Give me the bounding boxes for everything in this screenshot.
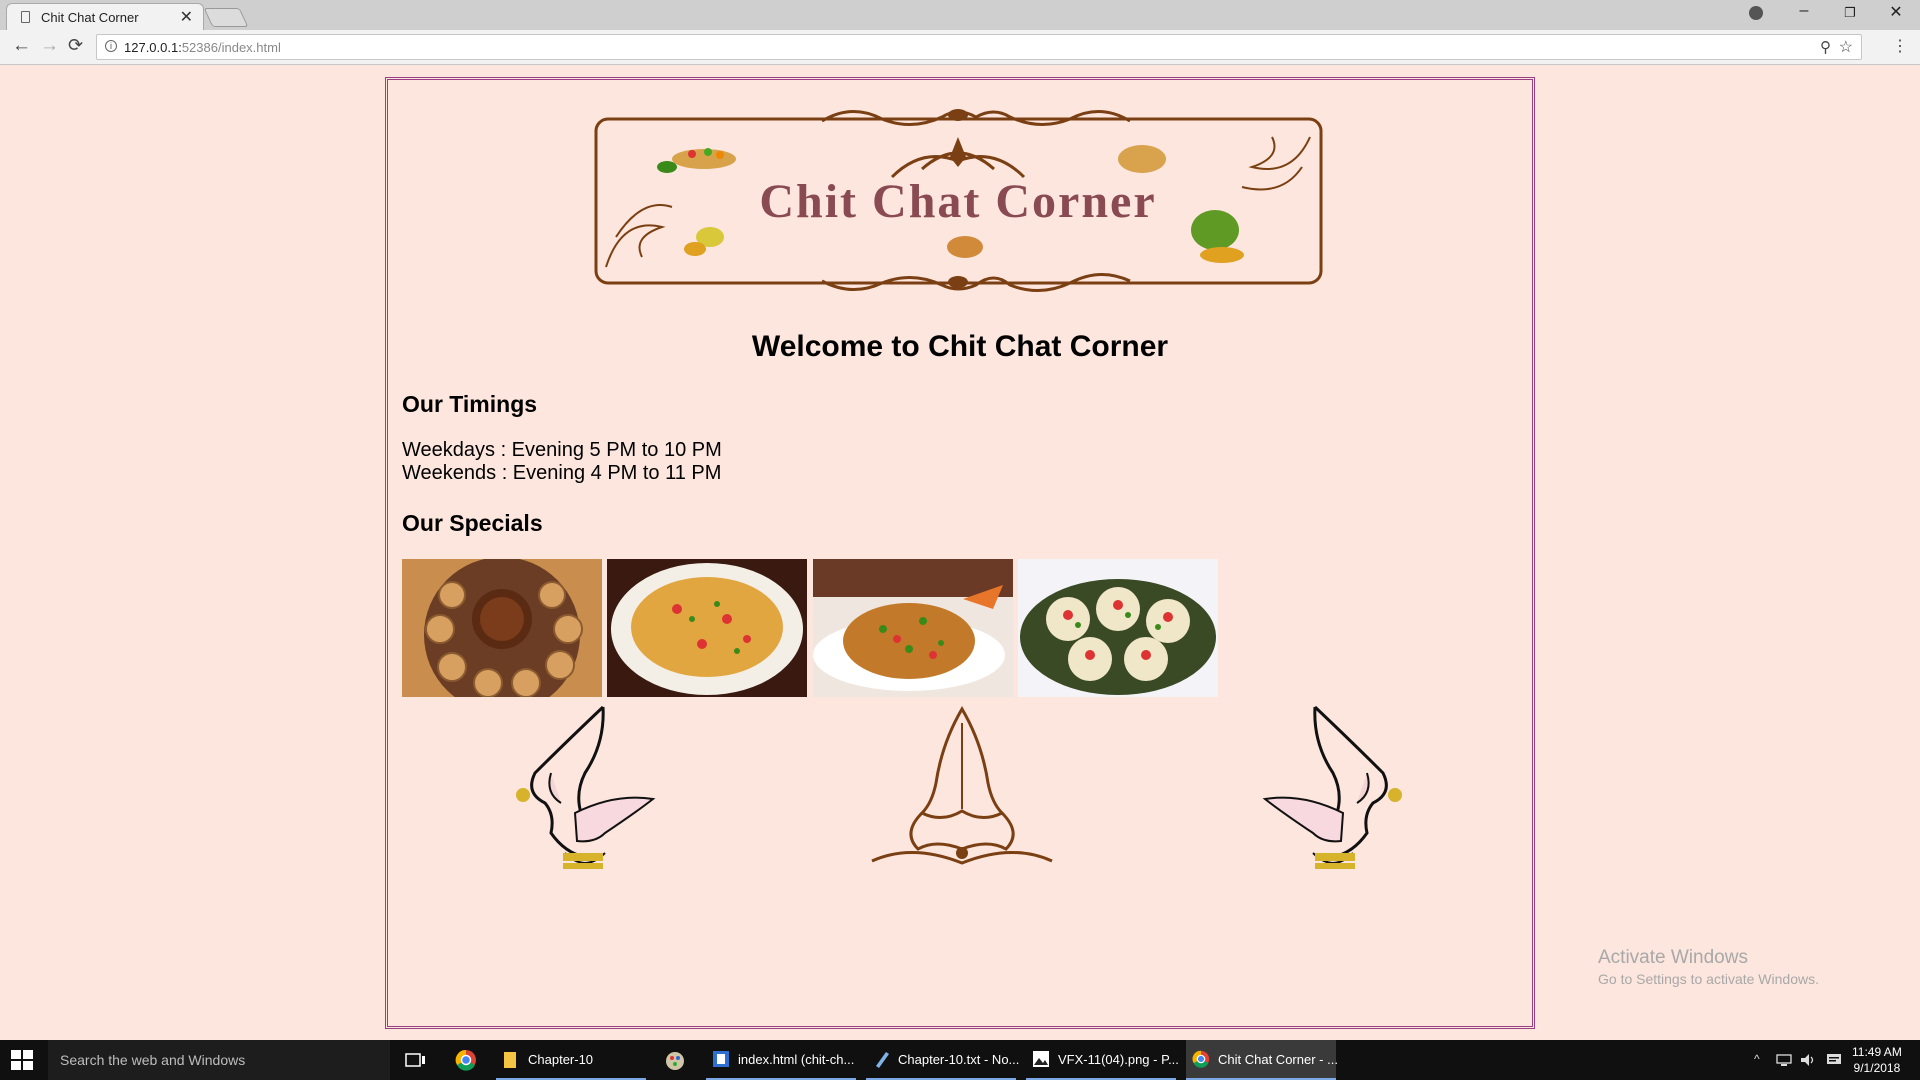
browser-toolbar: ← → ⟳ i 127.0.0.1:52386/index.html ⚲ ☆ bbox=[0, 30, 1920, 65]
timings-heading: Our Timings bbox=[402, 391, 538, 417]
url-text[interactable]: 127.0.0.1:52386/index.html bbox=[124, 40, 281, 55]
windows-start-icon[interactable] bbox=[11, 1050, 33, 1070]
namaste-woman-left-illustration bbox=[516, 705, 656, 869]
namaste-woman-right-illustration bbox=[1262, 705, 1402, 869]
taskbar-item-label: Chit Chat Corner - ... bbox=[1218, 1052, 1338, 1067]
dahi-puri-image bbox=[1018, 559, 1218, 697]
reload-icon[interactable]: ⟳ bbox=[68, 35, 83, 56]
back-arrow-icon[interactable]: ← bbox=[12, 35, 31, 57]
taskbar-item-label: index.html (chit-ch... bbox=[738, 1052, 855, 1067]
chrome-icon bbox=[1192, 1050, 1210, 1068]
tab-title: Chit Chat Corner bbox=[41, 10, 139, 25]
watermark-subtitle: Go to Settings to activate Windows. bbox=[1598, 971, 1819, 987]
taskbar-item-label: Chapter-10.txt - No... bbox=[898, 1052, 1020, 1067]
taskbar-item-chapter-10-folder[interactable]: Chapter-10 bbox=[496, 1040, 646, 1080]
taskbar-clock[interactable]: 11:49 AM 9/1/2018 bbox=[1852, 1044, 1902, 1076]
page-icon bbox=[21, 11, 30, 23]
taskbar-item-notepad[interactable]: Chapter-10.txt - No... bbox=[866, 1040, 1020, 1080]
taskbar-item-image-viewer[interactable]: VFX-11(04).png - P... bbox=[1026, 1040, 1179, 1080]
chevron-up-icon[interactable]: ^ bbox=[1754, 1052, 1760, 1066]
network-icon[interactable] bbox=[1776, 1054, 1792, 1066]
clock-date: 9/1/2018 bbox=[1853, 1061, 1901, 1075]
bhel-puri-image bbox=[813, 559, 1013, 697]
volume-icon[interactable] bbox=[1800, 1053, 1816, 1067]
taskbar-item-index-html[interactable]: index.html (chit-ch... bbox=[706, 1040, 856, 1080]
taskbar-item-chrome-window[interactable]: Chit Chat Corner - ... bbox=[1186, 1040, 1338, 1080]
task-view-icon[interactable] bbox=[404, 1049, 426, 1071]
chit-chat-corner-banner: Chit Chat Corner bbox=[594, 109, 1323, 292]
forward-arrow-icon[interactable]: → bbox=[40, 35, 59, 57]
tab-close-icon[interactable]: ✕ bbox=[180, 7, 193, 27]
notification-icon[interactable] bbox=[1826, 1053, 1842, 1067]
address-bar[interactable]: i 127.0.0.1:52386/index.html ⚲ ☆ bbox=[96, 34, 1862, 60]
zoom-icon[interactable]: ⚲ bbox=[1820, 38, 1831, 56]
editor-icon bbox=[713, 1051, 729, 1067]
profile-icon[interactable] bbox=[1749, 6, 1763, 20]
image-file-icon bbox=[1033, 1051, 1049, 1067]
taskbar-item-label: Chapter-10 bbox=[528, 1052, 594, 1067]
taskbar-item-label: VFX-11(04).png - P... bbox=[1058, 1052, 1179, 1067]
minimize-button[interactable]: – bbox=[1792, 2, 1816, 20]
new-tab-button[interactable] bbox=[203, 8, 249, 27]
welcome-heading: Welcome to Chit Chat Corner bbox=[751, 330, 1169, 363]
sev-puri-image bbox=[607, 559, 807, 697]
paint-icon[interactable] bbox=[664, 1049, 686, 1071]
notepad-icon bbox=[876, 1052, 889, 1068]
namaste-hands-icon bbox=[871, 706, 1053, 865]
windows-taskbar: Search the web and Windows Chapter-10 in… bbox=[0, 1040, 1920, 1080]
site-info-icon[interactable]: i bbox=[105, 40, 117, 52]
pani-puri-image bbox=[402, 559, 602, 697]
weekend-timing: Weekends : Evening 4 PM to 11 PM bbox=[402, 462, 722, 484]
browser-menu-icon[interactable]: ⋮ bbox=[1892, 36, 1908, 56]
activate-windows-watermark: Activate Windows Go to Settings to activ… bbox=[1598, 947, 1819, 987]
specials-heading: Our Specials bbox=[402, 510, 543, 536]
clock-time: 11:49 AM bbox=[1852, 1045, 1902, 1059]
browser-tabstrip: Chit Chat Corner ✕ – ❐ ✕ bbox=[0, 0, 1920, 30]
weekday-timing: Weekdays : Evening 5 PM to 10 PM bbox=[402, 439, 722, 461]
restore-button[interactable]: ❐ bbox=[1838, 5, 1862, 21]
close-window-button[interactable]: ✕ bbox=[1884, 2, 1908, 22]
folder-icon bbox=[504, 1052, 516, 1068]
banner-title: Chit Chat Corner bbox=[759, 175, 1156, 228]
taskbar-search-placeholder: Search the web and Windows bbox=[60, 1052, 246, 1068]
bookmark-star-icon[interactable]: ☆ bbox=[1839, 37, 1853, 57]
watermark-title: Activate Windows bbox=[1598, 947, 1748, 968]
tab-chit-chat-corner[interactable]: Chit Chat Corner ✕ bbox=[6, 3, 204, 30]
chrome-taskbar-icon[interactable] bbox=[455, 1049, 477, 1071]
taskbar-search-box[interactable]: Search the web and Windows bbox=[48, 1040, 390, 1080]
